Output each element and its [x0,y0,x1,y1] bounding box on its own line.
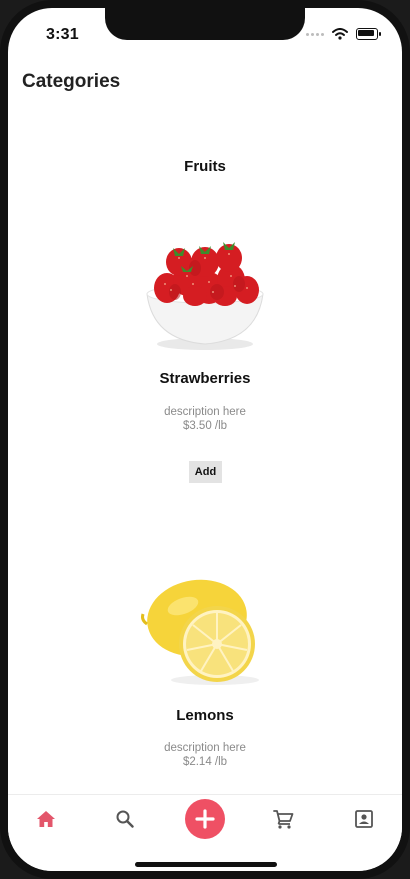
category-title: Fruits [184,158,226,175]
status-indicators [306,28,381,40]
product-name: Lemons [176,707,234,724]
add-item-button[interactable] [185,799,225,839]
notch [105,8,305,40]
tab-search[interactable] [105,807,145,831]
cellular-signal-icon [306,32,324,36]
category-scroll-view[interactable]: Categories Fruits Strawberries descripti… [8,8,402,794]
home-indicator[interactable] [135,862,277,867]
lemon-image [141,579,259,685]
battery-icon [356,28,381,40]
add-to-cart-button[interactable]: Add [189,461,222,483]
tab-home[interactable] [26,807,66,831]
product-price: $2.14 /lb [182,756,228,768]
tab-cart[interactable] [264,807,304,831]
product-description: description here [164,742,246,754]
product-price: $3.50 /lb [182,420,228,432]
bottom-tab-bar [8,794,402,871]
tab-profile[interactable] [344,807,384,831]
strawberry-bowl-image [146,242,264,350]
profile-icon [355,810,373,828]
add-icon [195,809,215,829]
phone-frame: Categories Fruits Strawberries descripti… [0,0,410,879]
status-time: 3:31 [46,26,79,43]
app-screen: Categories Fruits Strawberries descripti… [8,8,402,871]
page-title: Categories [22,71,121,92]
wifi-icon [332,28,348,40]
product-name: Strawberries [159,370,251,387]
product-description: description here [164,406,246,418]
search-icon [116,810,134,828]
cart-icon [273,810,294,829]
home-icon [37,811,55,827]
